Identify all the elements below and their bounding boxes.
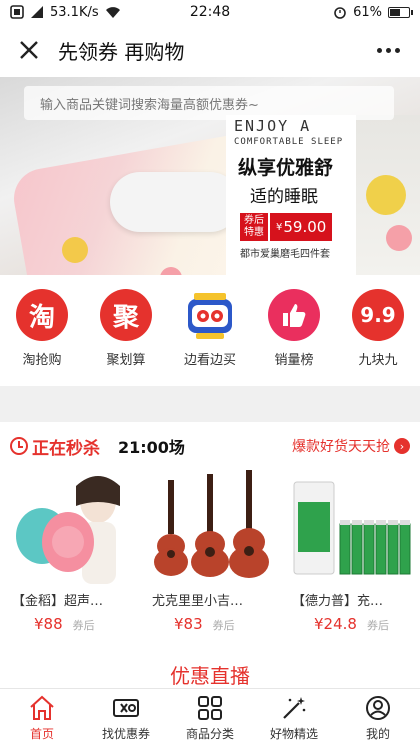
tab-label: 找优惠券	[101, 727, 150, 741]
tab-categories[interactable]: 商品分类	[168, 689, 252, 747]
banner-price: ¥59.00	[270, 213, 333, 241]
more-options-icon[interactable]	[370, 35, 406, 65]
category-row: 淘 淘抢购 聚 聚划算 边看边买 销量榜 9.9 九块九	[0, 285, 420, 375]
user-icon	[366, 696, 390, 720]
notification-square-icon	[10, 5, 24, 19]
banner-comfort-text: COMFORTABLE SLEEP	[234, 137, 344, 147]
watch-buy-icon	[184, 289, 236, 341]
banner-headline-2: 适的睡眠	[250, 187, 318, 207]
flash-sale-products: 【金稻】超声… ¥88 券后 尤克里里小吉… ¥83 券后 【德力普】充… ¥2…	[0, 466, 420, 636]
product-title: 【德力普】充…	[292, 594, 384, 609]
tab-label: 我的	[365, 727, 390, 741]
search-input[interactable]: 输入商品关键词搜索海量高额优惠券~	[24, 86, 394, 120]
close-icon[interactable]	[14, 35, 44, 65]
status-time: 22:48	[189, 4, 231, 20]
nine-nine-icon: 9.9	[352, 289, 404, 341]
promo-banner[interactable]: ENJOY A COMFORTABLE SLEEP 纵享优雅舒 适的睡眠 券后特…	[0, 77, 420, 275]
category-nine-nine[interactable]: 9.9 九块九	[336, 285, 420, 375]
banner-pillow-image	[110, 172, 240, 232]
clock-icon	[10, 437, 28, 455]
tab-home[interactable]: 首页	[0, 689, 84, 747]
page-title: 先领券 再购物	[58, 39, 185, 64]
tab-picks[interactable]: 好物精选	[252, 689, 336, 747]
coupon-icon	[113, 699, 139, 717]
banner-side-decoration	[356, 115, 420, 275]
nav-bar: 先领券 再购物	[0, 24, 420, 76]
tab-label: 商品分类	[185, 727, 234, 741]
after-coupon-label: 券后	[366, 619, 389, 632]
product-card[interactable]: 【金稻】超声… ¥88 券后	[0, 466, 140, 636]
live-section-title: 优惠直播	[170, 664, 250, 688]
category-label: 聚划算	[106, 353, 146, 368]
tab-label: 好物精选	[269, 727, 318, 741]
thumbs-up-icon	[268, 289, 320, 341]
tab-mine[interactable]: 我的	[336, 689, 420, 747]
product-price: ¥24.8	[314, 615, 357, 633]
alarm-icon	[334, 7, 346, 19]
category-sales-rank[interactable]: 销量榜	[252, 285, 336, 375]
category-label: 销量榜	[274, 353, 314, 368]
magic-wand-icon	[283, 697, 306, 719]
section-divider	[0, 386, 420, 422]
banner-subtitle: 都市爱巢磨毛四件套	[240, 249, 330, 260]
network-speed: 53.1K/s	[50, 4, 99, 20]
grid-icon	[198, 696, 222, 720]
after-coupon-label: 券后	[212, 619, 235, 632]
category-watch-buy[interactable]: 边看边买	[168, 285, 252, 375]
signal-icon	[31, 6, 43, 18]
flash-sale-title: 正在秒杀	[10, 434, 100, 459]
category-label: 边看边买	[183, 353, 236, 368]
product-card[interactable]: 【德力普】充… ¥24.8 券后	[280, 466, 420, 636]
flash-sale-header: 正在秒杀 21:00场 爆款好货天天抢 ›	[0, 428, 420, 464]
banner-headline-1: 纵享优雅舒	[238, 157, 334, 179]
battery-icon	[388, 6, 413, 18]
tab-find-coupons[interactable]: 找优惠券	[84, 689, 168, 747]
flash-sale-more-link[interactable]: 爆款好货天天抢 ›	[292, 436, 410, 456]
category-ju-hua-suan[interactable]: 聚 聚划算	[84, 285, 168, 375]
chevron-right-icon: ›	[394, 438, 410, 454]
product-title: 【金稻】超声…	[12, 594, 104, 609]
battery-percent: 61%	[353, 4, 382, 20]
product-card[interactable]: 尤克里里小吉… ¥83 券后	[140, 466, 280, 636]
tao-icon: 淘	[16, 289, 68, 341]
flash-sale-time: 21:00场	[118, 438, 185, 457]
after-coupon-label: 券后	[72, 619, 95, 632]
home-icon	[30, 695, 54, 720]
bottom-tab-bar: 首页 找优惠券 商品分类 好物精选 我的	[0, 688, 420, 747]
product-price: ¥88	[34, 615, 63, 633]
ju-icon: 聚	[100, 289, 152, 341]
category-label: 淘抢购	[22, 353, 62, 368]
status-bar: 53.1K/s 22:48 61%	[0, 0, 420, 24]
product-title: 尤克里里小吉…	[152, 594, 244, 609]
wifi-icon	[105, 6, 120, 18]
category-tao-qiang-gou[interactable]: 淘 淘抢购	[0, 285, 84, 375]
product-image-ukulele	[146, 466, 274, 584]
product-image-batteries	[286, 466, 414, 584]
product-image-face-cleanser	[6, 466, 134, 584]
banner-promo-card: ENJOY A COMFORTABLE SLEEP 纵享优雅舒 适的睡眠 券后特…	[226, 115, 356, 275]
tab-label: 首页	[29, 727, 54, 741]
banner-coupon-tag: 券后特惠	[240, 213, 268, 241]
product-price: ¥83	[174, 615, 203, 633]
category-label: 九块九	[358, 353, 398, 368]
